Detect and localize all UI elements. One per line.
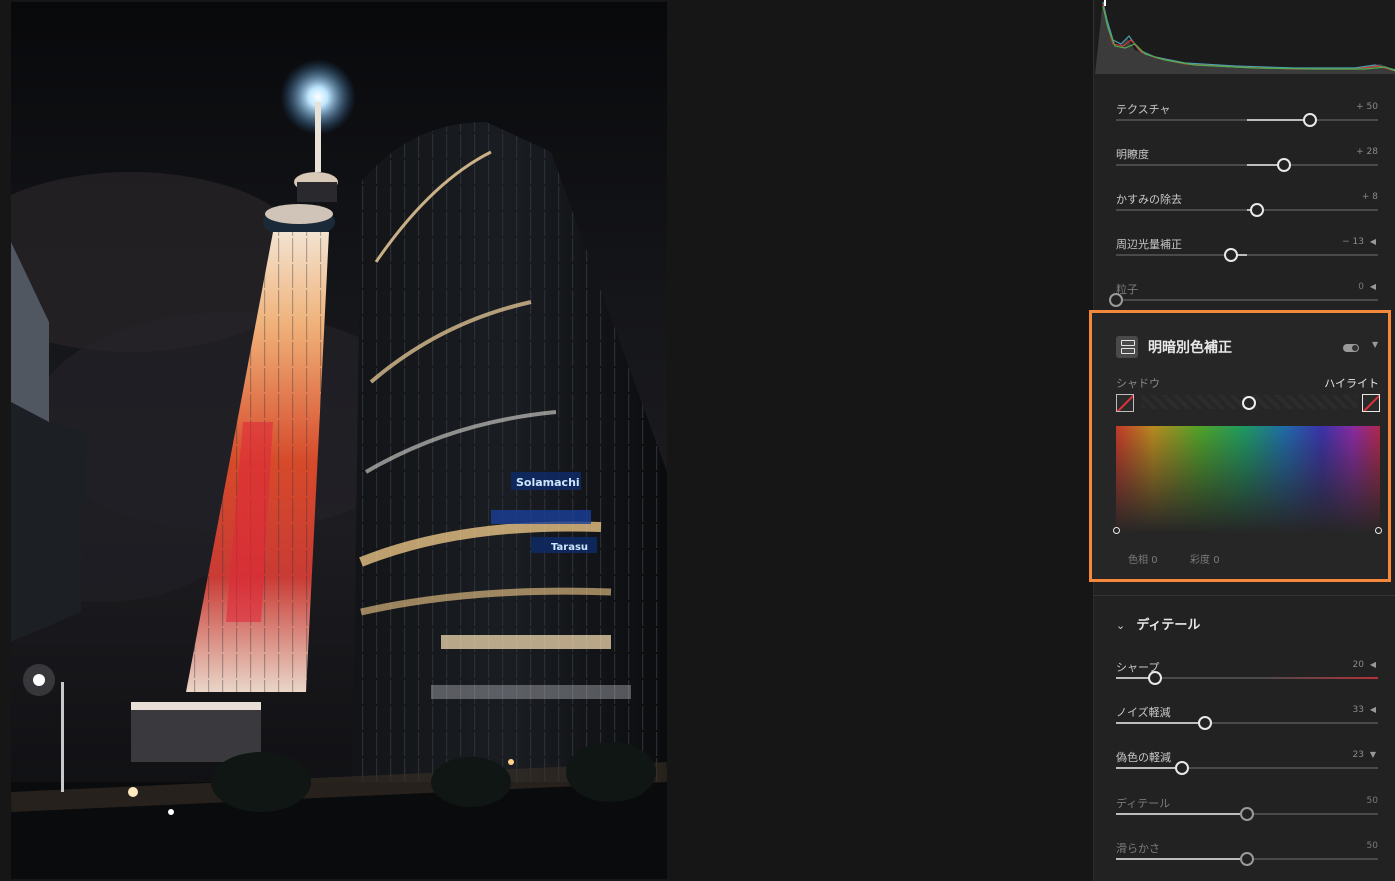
slider-row[interactable]: ノイズ軽減 33 ◀ — [1116, 704, 1378, 744]
slider-label: 滑らかさ — [1116, 842, 1160, 855]
highlight-hue-handle[interactable] — [1375, 527, 1382, 534]
hue-readout: 色相 0 — [1128, 555, 1158, 566]
slider-fill — [1116, 813, 1247, 815]
slider-value[interactable]: + 28 — [1356, 147, 1378, 157]
split-toning-title: 明暗別色補正 — [1148, 340, 1232, 356]
slider-value[interactable]: − 13 — [1342, 237, 1364, 247]
slider-value[interactable]: + 8 — [1362, 192, 1378, 202]
slider-thumb[interactable] — [1109, 293, 1123, 307]
slider-thumb[interactable] — [1240, 852, 1254, 866]
histogram — [1095, 0, 1395, 74]
slider-row[interactable]: ディテール 50 — [1116, 795, 1378, 835]
slider-thumb[interactable] — [1148, 671, 1163, 685]
split-toning-header[interactable]: 明暗別色補正 ▼ — [1110, 335, 1380, 358]
slider-thumb[interactable] — [1198, 716, 1213, 730]
split-toning-icon — [1116, 336, 1138, 358]
highlight-label[interactable]: ハイライト — [1324, 375, 1379, 391]
slider-label: ノイズ軽減 — [1116, 706, 1171, 719]
chevron-left-icon[interactable]: ◀ — [1368, 237, 1378, 247]
slider-row[interactable]: 明瞭度 + 28 — [1116, 146, 1378, 186]
slider-row[interactable]: 偽色の軽減 23 ▼ — [1116, 749, 1378, 789]
section-divider — [1093, 595, 1395, 596]
slider-value[interactable]: 33 — [1353, 705, 1364, 715]
tarasu-sign: Tarasu — [551, 542, 588, 553]
slider-fill — [1247, 119, 1310, 121]
slider-track[interactable] — [1116, 254, 1378, 256]
chevron-down-icon: ⌄ — [1116, 619, 1126, 632]
detail-section-header[interactable]: ⌄ ディテール — [1116, 614, 1201, 633]
shadow-color-swatch[interactable] — [1116, 394, 1134, 412]
slider-value[interactable]: 50 — [1367, 841, 1378, 851]
slider-label: テクスチャ — [1116, 103, 1171, 116]
slider-fill — [1116, 767, 1182, 769]
slider-thumb[interactable] — [1302, 113, 1317, 127]
highlight-color-swatch[interactable] — [1362, 394, 1380, 412]
balance-slider-thumb[interactable] — [1242, 396, 1256, 410]
detail-title: ディテール — [1136, 618, 1201, 633]
slider-fill — [1116, 722, 1206, 724]
split-toning-toggle[interactable] — [1343, 344, 1359, 352]
slider-row[interactable]: 滑らかさ 50 — [1116, 840, 1378, 880]
chevron-down-icon[interactable]: ▼ — [1368, 750, 1378, 760]
slider-label: かすみの除去 — [1116, 193, 1182, 206]
slider-row[interactable]: テクスチャ + 50 — [1116, 101, 1378, 141]
slider-track[interactable] — [1116, 299, 1378, 301]
slider-label: 周辺光量補正 — [1116, 238, 1182, 251]
slider-thumb[interactable] — [1174, 761, 1189, 775]
chevron-down-icon[interactable]: ▼ — [1372, 340, 1378, 349]
slider-thumb[interactable] — [1276, 158, 1291, 172]
slider-label: 偽色の軽減 — [1116, 751, 1171, 764]
shadow-label[interactable]: シャドウ — [1116, 375, 1160, 391]
shadow-hue-handle[interactable] — [1113, 527, 1120, 534]
slider-value[interactable]: 0 — [1358, 282, 1364, 292]
slider-row[interactable]: かすみの除去 + 8 — [1116, 191, 1378, 231]
slider-thumb[interactable] — [1240, 807, 1254, 821]
chevron-left-icon[interactable]: ◀ — [1368, 660, 1378, 670]
slider-thumb[interactable] — [1250, 203, 1265, 217]
photo-illustration: Solamachi Tarasu — [11, 59, 667, 879]
slider-row[interactable]: 周辺光量補正 − 13 ◀ — [1116, 236, 1378, 276]
chevron-left-icon[interactable]: ◀ — [1368, 705, 1378, 715]
photo-canvas[interactable]: Solamachi Tarasu — [0, 0, 1092, 881]
slider-label: ディテール — [1116, 797, 1171, 810]
slider-label: 明瞭度 — [1116, 148, 1149, 161]
photo-preview[interactable]: Solamachi Tarasu — [11, 2, 667, 879]
slider-thumb[interactable] — [1224, 248, 1239, 262]
split-toning-section: 明暗別色補正 ▼ シャドウ ハイライト 色相 0 彩度 0 — [1089, 310, 1391, 582]
slider-value[interactable]: 50 — [1367, 796, 1378, 806]
slider-row[interactable]: シャープ 20 ◀ — [1116, 659, 1378, 699]
saturation-readout: 彩度 0 — [1190, 555, 1220, 566]
histogram-graph — [1095, 0, 1395, 74]
slider-value[interactable]: + 50 — [1356, 102, 1378, 112]
slider-value[interactable]: 20 — [1353, 660, 1364, 670]
slider-fill — [1116, 858, 1247, 860]
solamachi-sign: Solamachi — [516, 476, 580, 489]
hue-saturation-picker[interactable] — [1116, 426, 1380, 533]
slider-value[interactable]: 23 — [1353, 750, 1364, 760]
chevron-left-icon[interactable]: ◀ — [1368, 282, 1378, 292]
